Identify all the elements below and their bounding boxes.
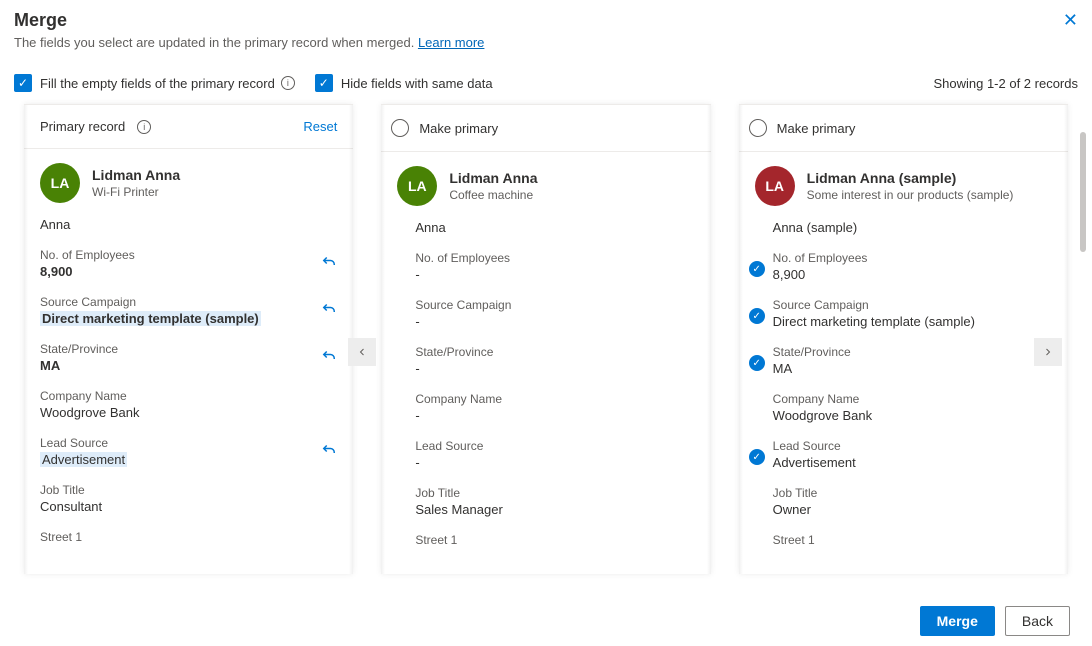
field-street1[interactable]: Street 1 (415, 527, 704, 559)
page-subtitle: The fields you select are updated in the… (14, 35, 1078, 50)
make-primary-radio[interactable]: Make primary (749, 119, 856, 137)
undo-icon[interactable] (317, 250, 341, 274)
field-street1[interactable]: Street 1 (40, 524, 347, 556)
field-lead-source[interactable]: Lead Source Advertisement (40, 430, 347, 477)
field-source-campaign[interactable]: Source Campaign Direct marketing templat… (40, 289, 347, 336)
field-no-employees[interactable]: No. of Employees 8,900 (40, 242, 347, 289)
hide-same-label: Hide fields with same data (341, 76, 493, 91)
checkbox-checked-icon[interactable] (315, 74, 333, 92)
avatar: LA (755, 166, 795, 206)
first-name-value: Anna (24, 211, 353, 242)
field-company[interactable]: Company Name Woodgrove Bank (40, 383, 347, 430)
make-primary-radio[interactable]: Make primary (391, 119, 498, 137)
field-lead-source[interactable]: Lead Source - (415, 433, 704, 480)
field-state[interactable]: State/Province MA (40, 336, 347, 383)
learn-more-link[interactable]: Learn more (418, 35, 484, 50)
radio-unchecked-icon[interactable] (391, 119, 409, 137)
subtitle-text: The fields you select are updated in the… (14, 35, 418, 50)
field-no-employees[interactable]: No. of Employees - (415, 245, 704, 292)
field-source-campaign[interactable]: ✓ Source Campaign Direct marketing templ… (773, 292, 1062, 339)
field-state[interactable]: State/Province - (415, 339, 704, 386)
record-topic: Coffee machine (449, 188, 537, 202)
field-state[interactable]: ✓ State/Province MA (773, 339, 1062, 386)
record-topic: Some interest in our products (sample) (807, 188, 1014, 202)
avatar: LA (397, 166, 437, 206)
merge-button[interactable]: Merge (920, 606, 995, 636)
record-name: Lidman Anna (92, 167, 180, 183)
selected-check-icon[interactable]: ✓ (749, 449, 765, 465)
field-job-title[interactable]: Job Title Sales Manager (415, 480, 704, 527)
field-company[interactable]: Company Name - (415, 386, 704, 433)
fill-empty-option[interactable]: Fill the empty fields of the primary rec… (14, 74, 295, 92)
field-job-title[interactable]: Job Title Owner (773, 480, 1062, 527)
record-card-2: Make primary LA Lidman Anna Coffee machi… (381, 104, 710, 574)
prev-arrow-icon[interactable] (348, 338, 376, 366)
checkbox-checked-icon[interactable] (14, 74, 32, 92)
undo-icon[interactable] (317, 438, 341, 462)
scrollbar-thumb[interactable] (1080, 132, 1086, 252)
field-source-campaign[interactable]: Source Campaign - (415, 292, 704, 339)
field-job-title[interactable]: Job Title Consultant (40, 477, 347, 524)
record-count: Showing 1-2 of 2 records (933, 76, 1078, 91)
avatar: LA (40, 163, 80, 203)
selected-check-icon[interactable]: ✓ (749, 308, 765, 324)
field-company[interactable]: Company Name Woodgrove Bank (773, 386, 1062, 433)
field-lead-source[interactable]: ✓ Lead Source Advertisement (773, 433, 1062, 480)
reset-link[interactable]: Reset (303, 119, 337, 134)
primary-record-label: Primary record i (40, 119, 151, 134)
info-icon[interactable]: i (137, 120, 151, 134)
record-name: Lidman Anna (449, 170, 537, 186)
selected-check-icon[interactable]: ✓ (749, 261, 765, 277)
next-arrow-icon[interactable] (1034, 338, 1062, 366)
close-icon[interactable]: ✕ (1063, 10, 1078, 31)
radio-unchecked-icon[interactable] (749, 119, 767, 137)
selected-check-icon[interactable]: ✓ (749, 355, 765, 371)
record-name: Lidman Anna (sample) (807, 170, 1014, 186)
page-title: Merge (14, 10, 1078, 31)
first-name-value: Anna (381, 214, 710, 245)
field-street1[interactable]: Street 1 (773, 527, 1062, 559)
info-icon[interactable]: i (281, 76, 295, 90)
record-card-3: Make primary LA Lidman Anna (sample) Som… (739, 104, 1068, 574)
undo-icon[interactable] (317, 297, 341, 321)
first-name-value: Anna (sample) (739, 214, 1068, 245)
undo-icon[interactable] (317, 344, 341, 368)
primary-record-card: Primary record i Reset LA Lidman Anna Wi… (24, 104, 353, 574)
field-no-employees[interactable]: ✓ No. of Employees 8,900 (773, 245, 1062, 292)
back-button[interactable]: Back (1005, 606, 1070, 636)
hide-same-option[interactable]: Hide fields with same data (315, 74, 493, 92)
record-topic: Wi-Fi Printer (92, 185, 180, 199)
fill-empty-label: Fill the empty fields of the primary rec… (40, 76, 275, 91)
